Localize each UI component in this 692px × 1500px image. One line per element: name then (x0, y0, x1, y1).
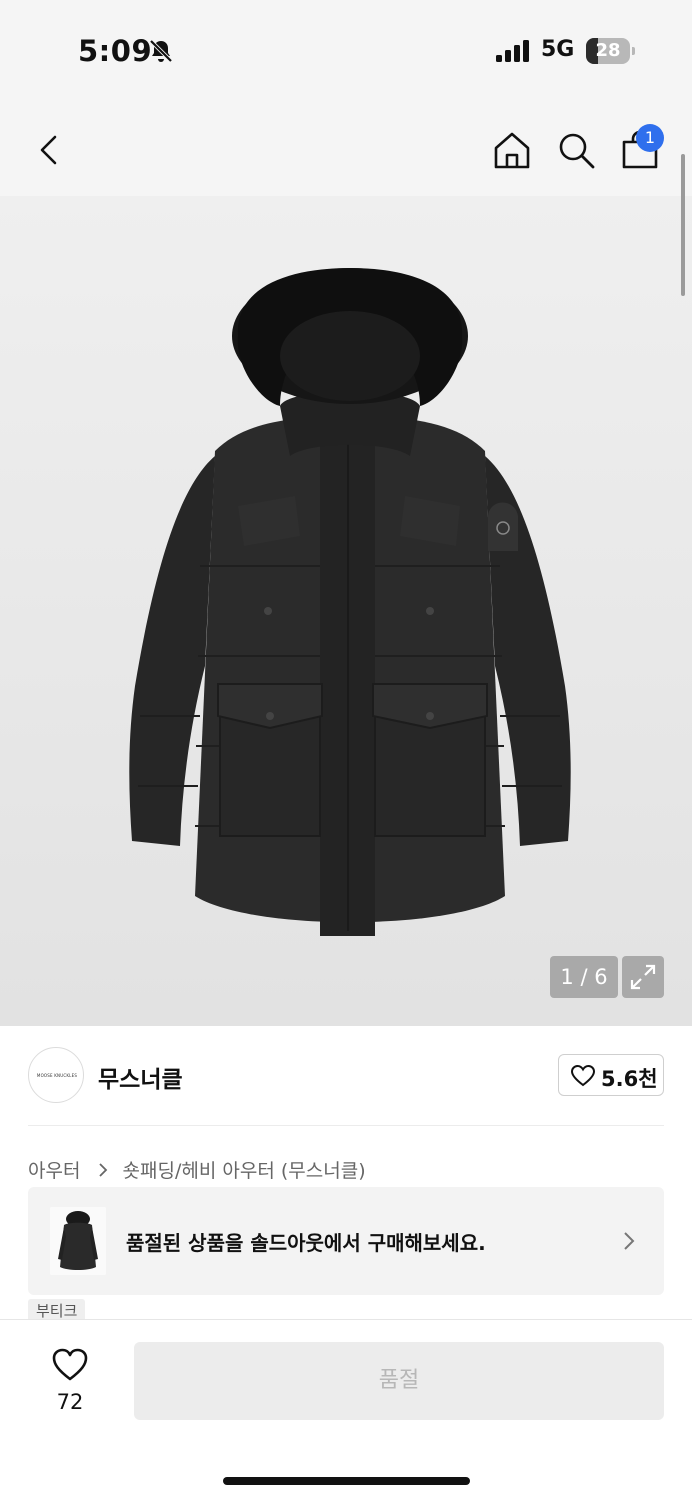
status-time: 5:09 (78, 34, 153, 68)
bell-slash-icon (149, 39, 173, 63)
soldout-banner-text: 품절된 상품을 솔드아웃에서 구매해보세요. (126, 1231, 486, 1255)
brand-like-button[interactable]: 5.6천 (558, 1054, 664, 1096)
brand-logo[interactable]: MOOSE KNUCKLES (28, 1047, 84, 1103)
back-icon[interactable] (28, 128, 72, 172)
heart-icon (571, 1065, 595, 1087)
cart-count-badge: 1 (636, 124, 664, 152)
sold-out-button[interactable]: 품절 (134, 1342, 664, 1420)
chevron-right-icon (624, 1232, 635, 1250)
product-image-jacket[interactable] (120, 266, 580, 956)
brand-logo-text: MOOSE KNUCKLES (36, 1073, 78, 1078)
home-indicator (223, 1477, 470, 1485)
battery-icon: 28 (586, 38, 635, 64)
cellular-signal-icon (496, 40, 529, 62)
status-bar: 5:09 5G 28 (0, 0, 692, 100)
breadcrumb-item-outer[interactable]: 아우터 (28, 1156, 80, 1183)
soldout-promo-banner[interactable]: 품절된 상품을 솔드아웃에서 구매해보세요. (28, 1187, 664, 1295)
brand-name[interactable]: 무스너클 (98, 1060, 183, 1094)
expand-icon[interactable] (622, 956, 664, 998)
scroll-indicator (681, 154, 685, 296)
home-icon[interactable] (490, 128, 534, 172)
banner-product-thumbnail (50, 1207, 106, 1275)
top-navigation (0, 100, 692, 196)
bottom-action-bar: 72 품절 (0, 1319, 692, 1500)
divider (28, 1125, 664, 1126)
wishlist-button[interactable]: 72 (40, 1344, 100, 1416)
search-icon[interactable] (554, 128, 598, 172)
breadcrumb-item-category[interactable]: 숏패딩/헤비 아우터 (무스너클) (123, 1156, 366, 1183)
network-label: 5G (541, 37, 575, 62)
brand-like-count: 5.6천 (601, 1067, 658, 1091)
chevron-right-icon (98, 1162, 107, 1177)
battery-level: 28 (595, 40, 621, 61)
heart-icon (52, 1348, 88, 1381)
breadcrumb: 아우터 숏패딩/헤비 아우터 (무스너클) (28, 1156, 366, 1184)
wishlist-count: 72 (56, 1390, 84, 1414)
product-image-gallery[interactable] (0, 196, 692, 1026)
image-counter: 1 / 6 (550, 956, 618, 998)
